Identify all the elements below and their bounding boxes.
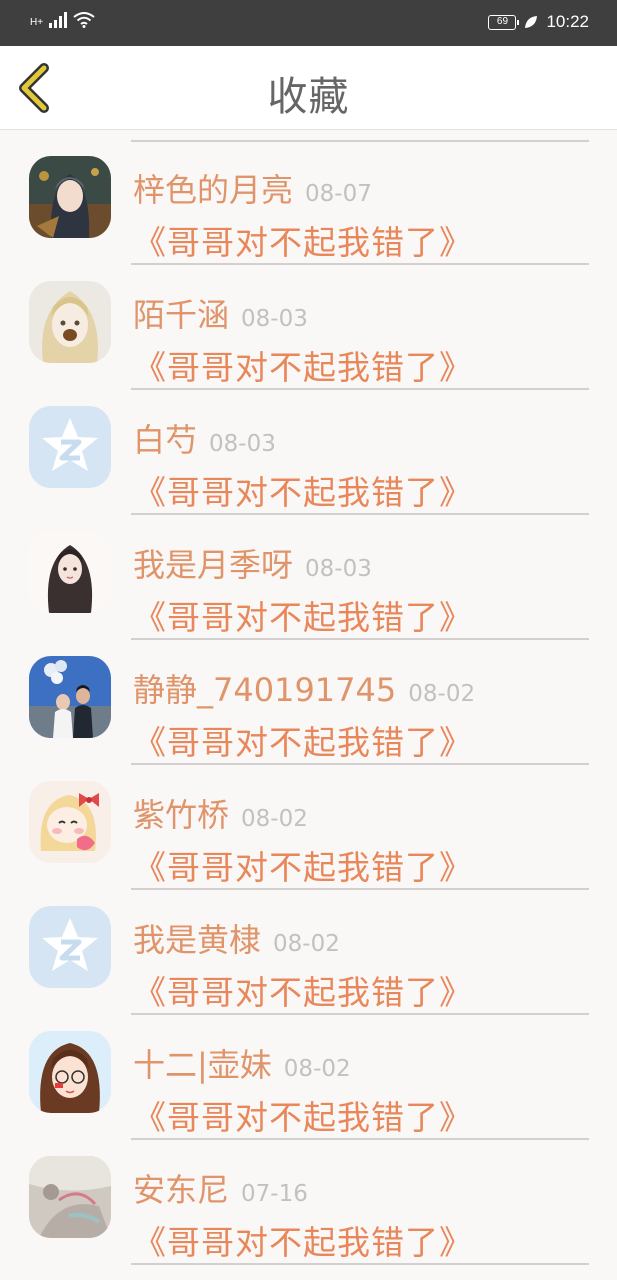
date: 08-03 (209, 431, 276, 457)
name-line: 静静_740191745 08-02 (133, 665, 475, 711)
list-item[interactable]: 我是月季呀 08-03 《哥哥对不起我错了》 (0, 515, 617, 640)
work-title: 《哥哥对不起我错了》 (133, 848, 473, 887)
avatar[interactable] (29, 156, 111, 238)
list-item[interactable]: 陌千涵 08-03 《哥哥对不起我错了》 (0, 265, 617, 390)
user-name: 白芍 (133, 421, 198, 459)
avatar[interactable] (29, 1031, 111, 1113)
list-item[interactable]: 静静_740191745 08-02 《哥哥对不起我错了》 (0, 640, 617, 765)
name-line: 梓色的月亮 08-07 (133, 165, 372, 211)
user-name: 我是黄棣 (133, 921, 262, 959)
list-item[interactable]: 我是黄棣 08-02 《哥哥对不起我错了》 (0, 890, 617, 1015)
work-title: 《哥哥对不起我错了》 (133, 973, 473, 1012)
name-line: 白芍 08-03 (133, 415, 276, 461)
avatar[interactable] (29, 531, 111, 613)
name-line: 我是月季呀 08-03 (133, 540, 372, 586)
user-name: 静静_740191745 (133, 671, 397, 709)
network-type: H+ (30, 17, 44, 28)
work-title: 《哥哥对不起我错了》 (133, 473, 473, 512)
page-title: 收藏 (267, 74, 350, 120)
list-item[interactable]: 十二|壶妹 08-02 《哥哥对不起我错了》 (0, 1015, 617, 1140)
work-title: 《哥哥对不起我错了》 (133, 348, 473, 387)
header: 收藏 (0, 46, 617, 130)
leaf-icon (525, 16, 538, 28)
status-right: 69 10:22 (488, 12, 589, 32)
user-name: 梓色的月亮 (133, 171, 294, 209)
avatar[interactable] (29, 281, 111, 363)
name-line: 紫竹桥 08-02 (133, 790, 308, 836)
date: 07-16 (241, 1181, 308, 1207)
work-title: 《哥哥对不起我错了》 (133, 598, 473, 637)
list-item[interactable]: 紫竹桥 08-02 《哥哥对不起我错了》 (0, 765, 617, 890)
date: 08-03 (241, 306, 308, 332)
name-line: 十二|壶妹 08-02 (133, 1040, 351, 1086)
date: 08-02 (241, 806, 308, 832)
avatar[interactable] (29, 781, 111, 863)
date: 08-02 (283, 1056, 351, 1082)
avatar[interactable] (29, 656, 111, 738)
work-title: 《哥哥对不起我错了》 (133, 223, 473, 262)
avatar[interactable] (29, 1156, 111, 1238)
signal-icon (49, 12, 68, 28)
date: 08-02 (408, 681, 476, 707)
work-title: 《哥哥对不起我错了》 (133, 1098, 473, 1137)
date: 08-02 (273, 931, 340, 957)
wifi-icon (73, 12, 95, 28)
avatar[interactable] (29, 906, 111, 988)
work-title: 《哥哥对不起我错了》 (133, 1223, 473, 1262)
user-name: 陌千涵 (133, 296, 230, 334)
date: 08-03 (305, 556, 372, 582)
user-name: 我是月季呀 (133, 546, 294, 584)
user-name: 紫竹桥 (133, 796, 230, 834)
name-line: 陌千涵 08-03 (133, 290, 308, 336)
user-name: 十二|壶妹 (133, 1046, 272, 1084)
list-item[interactable]: 白芍 08-03 《哥哥对不起我错了》 (0, 390, 617, 515)
divider (131, 1263, 589, 1265)
name-line: 安东尼 07-16 (133, 1165, 308, 1211)
list-item[interactable]: 梓色的月亮 08-07 《哥哥对不起我错了》 (0, 140, 617, 265)
status-bar: H+ 69 10:22 (0, 0, 617, 46)
status-left: H+ (30, 12, 95, 28)
avatar[interactable] (29, 406, 111, 488)
date: 08-07 (305, 181, 372, 207)
user-name: 安东尼 (133, 1171, 230, 1209)
list-item[interactable]: 安东尼 07-16 《哥哥对不起我错了》 (0, 1140, 617, 1265)
name-line: 我是黄棣 08-02 (133, 915, 340, 961)
clock: 10:22 (546, 12, 589, 31)
work-title: 《哥哥对不起我错了》 (133, 723, 473, 762)
battery-icon: 69 (488, 14, 520, 30)
